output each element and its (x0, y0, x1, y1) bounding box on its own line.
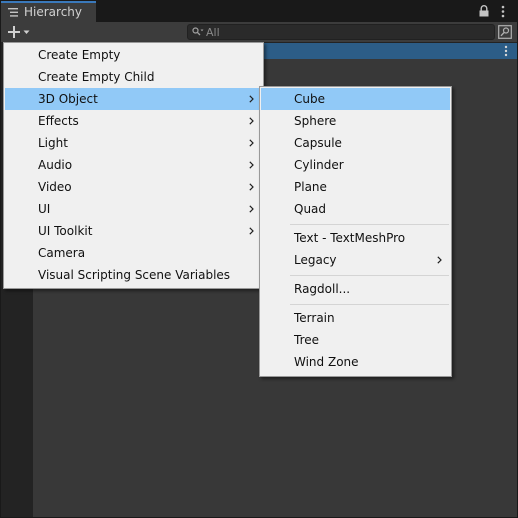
chevron-right-icon (249, 139, 254, 147)
menu-item-label: Light (38, 136, 68, 150)
hierarchy-search[interactable] (187, 24, 495, 40)
chevron-right-icon (249, 227, 254, 235)
menu-item-visual-scripting-scene-variables[interactable]: Visual Scripting Scene Variables (5, 264, 262, 286)
menu-item-cube[interactable]: Cube (261, 88, 450, 110)
menu-item-label: UI Toolkit (38, 224, 93, 238)
menu-item-label: Camera (38, 246, 86, 260)
list-icon (8, 8, 18, 17)
hierarchy-toolbar (1, 22, 517, 43)
menu-item-label: Cube (294, 92, 325, 106)
menu-item-label: UI (38, 202, 51, 216)
menu-item-camera[interactable]: Camera (5, 242, 262, 264)
menu-item-label: Wind Zone (294, 355, 359, 369)
menu-item-label: Tree (294, 333, 320, 347)
menu-item-label: 3D Object (38, 92, 98, 106)
menu-item-label: Video (38, 180, 72, 194)
menu-item-label: Legacy (294, 253, 337, 267)
menu-item-label: Visual Scripting Scene Variables (38, 268, 231, 282)
create-menu: Create Empty Create Empty Child 3D Objec… (3, 42, 264, 289)
chevron-right-icon (437, 256, 442, 264)
menu-item-audio[interactable]: Audio (5, 154, 262, 176)
menu-item-create-empty[interactable]: Create Empty (5, 44, 262, 66)
search-input[interactable] (206, 25, 486, 39)
chevron-right-icon (249, 117, 254, 125)
menu-separator (290, 275, 449, 276)
menu-item-capsule[interactable]: Capsule (261, 132, 450, 154)
menu-item-terrain[interactable]: Terrain (261, 307, 450, 329)
menu-item-ui[interactable]: UI (5, 198, 262, 220)
menu-item-label: Effects (38, 114, 79, 128)
menu-separator (290, 304, 449, 305)
menu-item-legacy[interactable]: Legacy (261, 249, 450, 271)
tab-hierarchy[interactable]: Hierarchy (1, 1, 96, 22)
menu-item-3d-object[interactable]: 3D Object (5, 88, 262, 110)
menu-item-label: Create Empty (38, 48, 121, 62)
menu-item-sphere[interactable]: Sphere (261, 110, 450, 132)
menu-item-light[interactable]: Light (5, 132, 262, 154)
menu-item-wind-zone[interactable]: Wind Zone (261, 351, 450, 373)
menu-item-label: Quad (294, 202, 327, 216)
menu-item-video[interactable]: Video (5, 176, 262, 198)
tab-title: Hierarchy (24, 5, 83, 19)
3d-object-submenu: Cube Sphere Capsule Cylinder Plane Quad … (259, 86, 452, 377)
menu-item-label: Create Empty Child (38, 70, 155, 84)
search-icon (192, 27, 204, 36)
menu-item-tree[interactable]: Tree (261, 329, 450, 351)
create-dropdown-button[interactable] (4, 24, 32, 40)
menu-item-effects[interactable]: Effects (5, 110, 262, 132)
menu-item-text-textmeshpro[interactable]: Text - TextMeshPro (261, 227, 450, 249)
menu-item-ragdoll[interactable]: Ragdoll... (261, 278, 450, 300)
menu-item-cylinder[interactable]: Cylinder (261, 154, 450, 176)
menu-item-label: Capsule (294, 136, 342, 150)
scene-search-icon[interactable] (498, 25, 512, 39)
menu-item-ui-toolkit[interactable]: UI Toolkit (5, 220, 262, 242)
menu-item-create-empty-child[interactable]: Create Empty Child (5, 66, 262, 88)
scene-row-menu-icon[interactable] (504, 45, 508, 57)
menu-item-label: Plane (294, 180, 327, 194)
kebab-menu-icon[interactable] (501, 5, 505, 18)
menu-item-label: Terrain (294, 311, 335, 325)
chevron-down-icon (23, 30, 30, 34)
chevron-right-icon (249, 183, 254, 191)
menu-item-label: Sphere (294, 114, 337, 128)
menu-item-label: Text - TextMeshPro (294, 231, 406, 245)
chevron-right-icon (249, 161, 254, 169)
menu-item-plane[interactable]: Plane (261, 176, 450, 198)
lock-icon[interactable] (479, 5, 489, 17)
menu-item-label: Ragdoll... (294, 282, 351, 296)
chevron-right-icon (249, 95, 254, 103)
menu-item-label: Audio (38, 158, 73, 172)
menu-item-quad[interactable]: Quad (261, 198, 450, 220)
chevron-right-icon (249, 205, 254, 213)
menu-separator (290, 224, 449, 225)
plus-icon (8, 26, 30, 38)
tab-bar: Hierarchy (1, 1, 517, 22)
menu-item-label: Cylinder (294, 158, 344, 172)
